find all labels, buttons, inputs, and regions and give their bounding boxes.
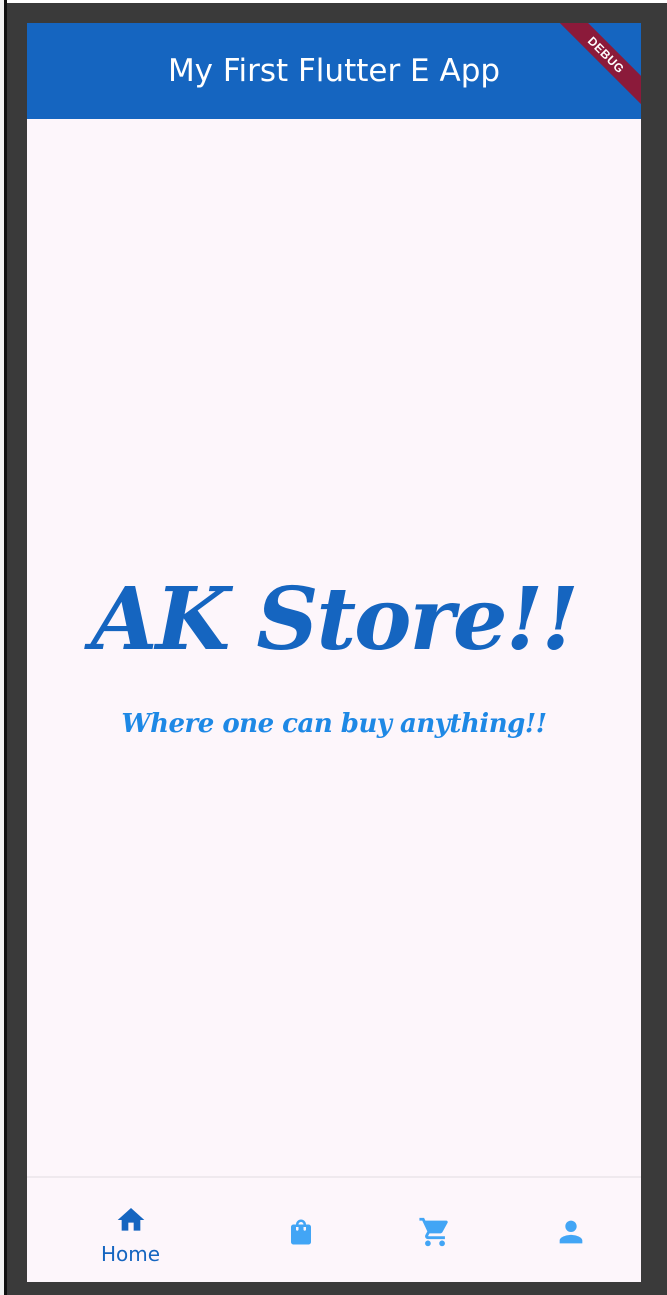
nav-item-products[interactable] [224,1178,377,1282]
cart-icon [417,1214,453,1250]
nav-item-home[interactable]: Home [54,1178,207,1282]
nav-item-profile[interactable] [494,1178,641,1282]
window-left-border [4,0,7,1295]
shopping-bag-icon [283,1214,319,1250]
store-tagline: Where one can buy anything!! [121,709,547,739]
store-brand-title: AK Store!! [90,569,579,670]
nav-item-home-label: Home [100,1242,161,1266]
bottom-navigation-bar: Home [27,1176,641,1282]
window-top-edge [0,0,667,3]
home-icon [113,1202,149,1238]
main-content: AK Store!! Where one can buy anything!! [27,119,641,1176]
person-icon [553,1214,589,1250]
nav-item-cart[interactable] [358,1178,511,1282]
app-screen: My First Flutter E App DEBUG AK Store!! … [27,23,641,1282]
debug-banner: DEBUG [545,23,641,116]
app-title: My First Flutter E App [167,53,501,89]
app-bar: My First Flutter E App DEBUG [27,23,641,119]
